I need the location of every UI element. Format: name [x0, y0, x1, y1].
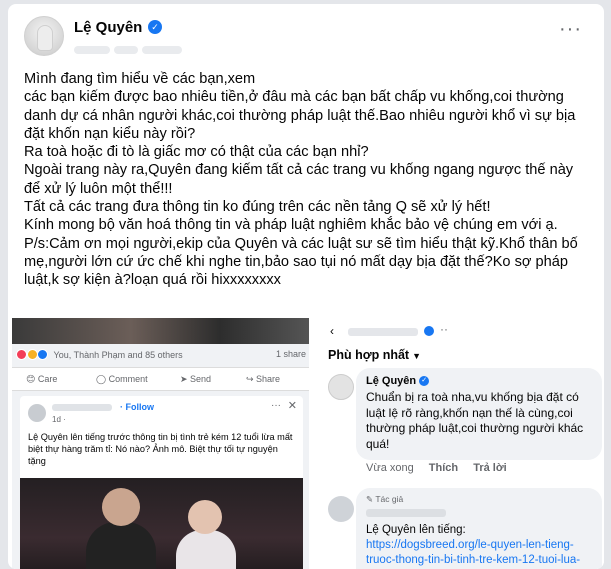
post-line: Ra toà hoặc đi tò là giấc mơ có thật của… [24, 144, 369, 161]
shared-more-icon: ··· [271, 400, 281, 411]
more-icon: ·· [440, 322, 448, 336]
verified-icon: ✓ [419, 376, 430, 387]
like-icon [37, 349, 49, 361]
comment-actions: Vừa xong Thích Trả lời [366, 462, 519, 474]
author-name[interactable]: Lệ Quyên [74, 19, 142, 36]
share-count: 1 share [275, 349, 306, 359]
share-action: ↪ Share [246, 374, 281, 384]
reactions-text: You, Thành Phạm and 85 others [53, 349, 183, 360]
back-arrow-icon: ‹ [330, 324, 334, 338]
post-line: Tất cả các trang đưa thông tin ko đúng t… [24, 199, 491, 216]
shared-time: 1d · [52, 415, 66, 424]
comment2-text: Lệ Quyên lên tiếng: https://dogsbreed.or… [366, 523, 592, 569]
commenter2-name-blurred [366, 509, 446, 517]
comment-filter: Phù hợp nhất ▼ [328, 348, 422, 362]
shared-text: Lệ Quyên lên tiếng trước thông tin bị tì… [28, 432, 293, 466]
screenshot-right[interactable]: ‹ ·· Phù hợp nhất ▼ Lệ Quyên ✓ Chuẩn bị ra… [312, 318, 604, 569]
article-link: https://dogsbreed.org/le-quyen-len-tieng… [366, 539, 581, 566]
post-images[interactable]: You, Thành Phạm and 85 others 1 share 😊 … [12, 318, 604, 569]
comment-text: Chuẩn bị ra toà nha,vu khống bịa đặt có … [366, 390, 584, 451]
love-icon [16, 349, 27, 361]
post-line: Mình đang tìm hiểu về các bạn,xem [24, 71, 256, 87]
comment-bubble: Lệ Quyên ✓ Chuẩn bị ra toà nha,vu khống b… [356, 368, 602, 460]
author-tag: ✎ Tác giả [366, 494, 404, 504]
post-line: P/s:Cảm ơn mọi người,ekip của Quyên và c… [24, 235, 578, 252]
photo-strip [12, 318, 309, 344]
like-link: Thích [428, 462, 459, 474]
care-action: 😊 Care [26, 374, 58, 384]
commenter2-avatar [328, 496, 354, 522]
verified-icon [424, 326, 434, 336]
post-card: Lệ Quyên ✓ ··· Mình đang tìm hiểu về các… [8, 4, 604, 569]
comment-action: ◯ Comment [96, 374, 148, 384]
shared-avatar [28, 404, 46, 422]
author-avatar[interactable] [24, 16, 64, 56]
post-line: Kính mong bộ văn hoá thông tin và pháp l… [24, 217, 558, 234]
haha-icon [26, 349, 38, 361]
comment-time: Vừa xong [366, 462, 414, 474]
verified-badge-icon: ✓ [148, 20, 162, 34]
shared-photo [20, 478, 303, 569]
post-line: mẹ,người lớn cứ ức chế khi nghe tin,bảo … [24, 253, 568, 270]
reply-link: Trả lời [473, 462, 507, 474]
comment2-bubble: ✎ Tác giả Lệ Quyên lên tiếng: https://do… [356, 488, 602, 569]
page-name-blurred [348, 328, 418, 336]
chevron-down-icon: ▼ [412, 351, 422, 361]
post-header: Lệ Quyên ✓ ··· [8, 4, 604, 64]
send-action: ➤ Send [180, 374, 212, 384]
shared-name-blurred [52, 404, 112, 411]
commenter-avatar [328, 374, 354, 400]
post-line: luật,k sợ kiện à?loạn quá rồi hixxxxxxxx [24, 272, 281, 289]
post-line: đặt khốn nạn kiểu này rồi? [24, 125, 196, 142]
post-body: Mình đang tìm hiểu về các bạn,xem các bạ… [24, 70, 599, 290]
screenshot-left[interactable]: You, Thành Phạm and 85 others 1 share 😊 … [12, 318, 309, 569]
action-row: 😊 Care ◯ Comment ➤ Send ↪ Share [12, 367, 309, 391]
post-meta-blurred [74, 41, 214, 54]
shared-post: · Follow 1d · ··· ✕ Lệ Quyên lên tiếng t… [20, 396, 303, 569]
post-line: các bạn kiếm được bao nhiêu tiền,ở đâu m… [24, 89, 564, 106]
comments-topbar: ‹ ·· [326, 322, 596, 340]
follow-link: · Follow [120, 402, 154, 412]
post-line: danh dự cá nhân người khác,coi thường ph… [24, 107, 576, 124]
reactions-row: You, Thành Phạm and 85 others 1 share [16, 349, 308, 361]
commenter-name: Lệ Quyên ✓ [366, 375, 592, 387]
more-options-icon[interactable]: ··· [559, 19, 582, 39]
shared-close-icon: ✕ [287, 400, 297, 412]
post-line: để xử lý luôn một thể!!! [24, 180, 173, 197]
post-line: Ngoài trang này ra,Quyên đang kiếm tất c… [24, 162, 574, 179]
